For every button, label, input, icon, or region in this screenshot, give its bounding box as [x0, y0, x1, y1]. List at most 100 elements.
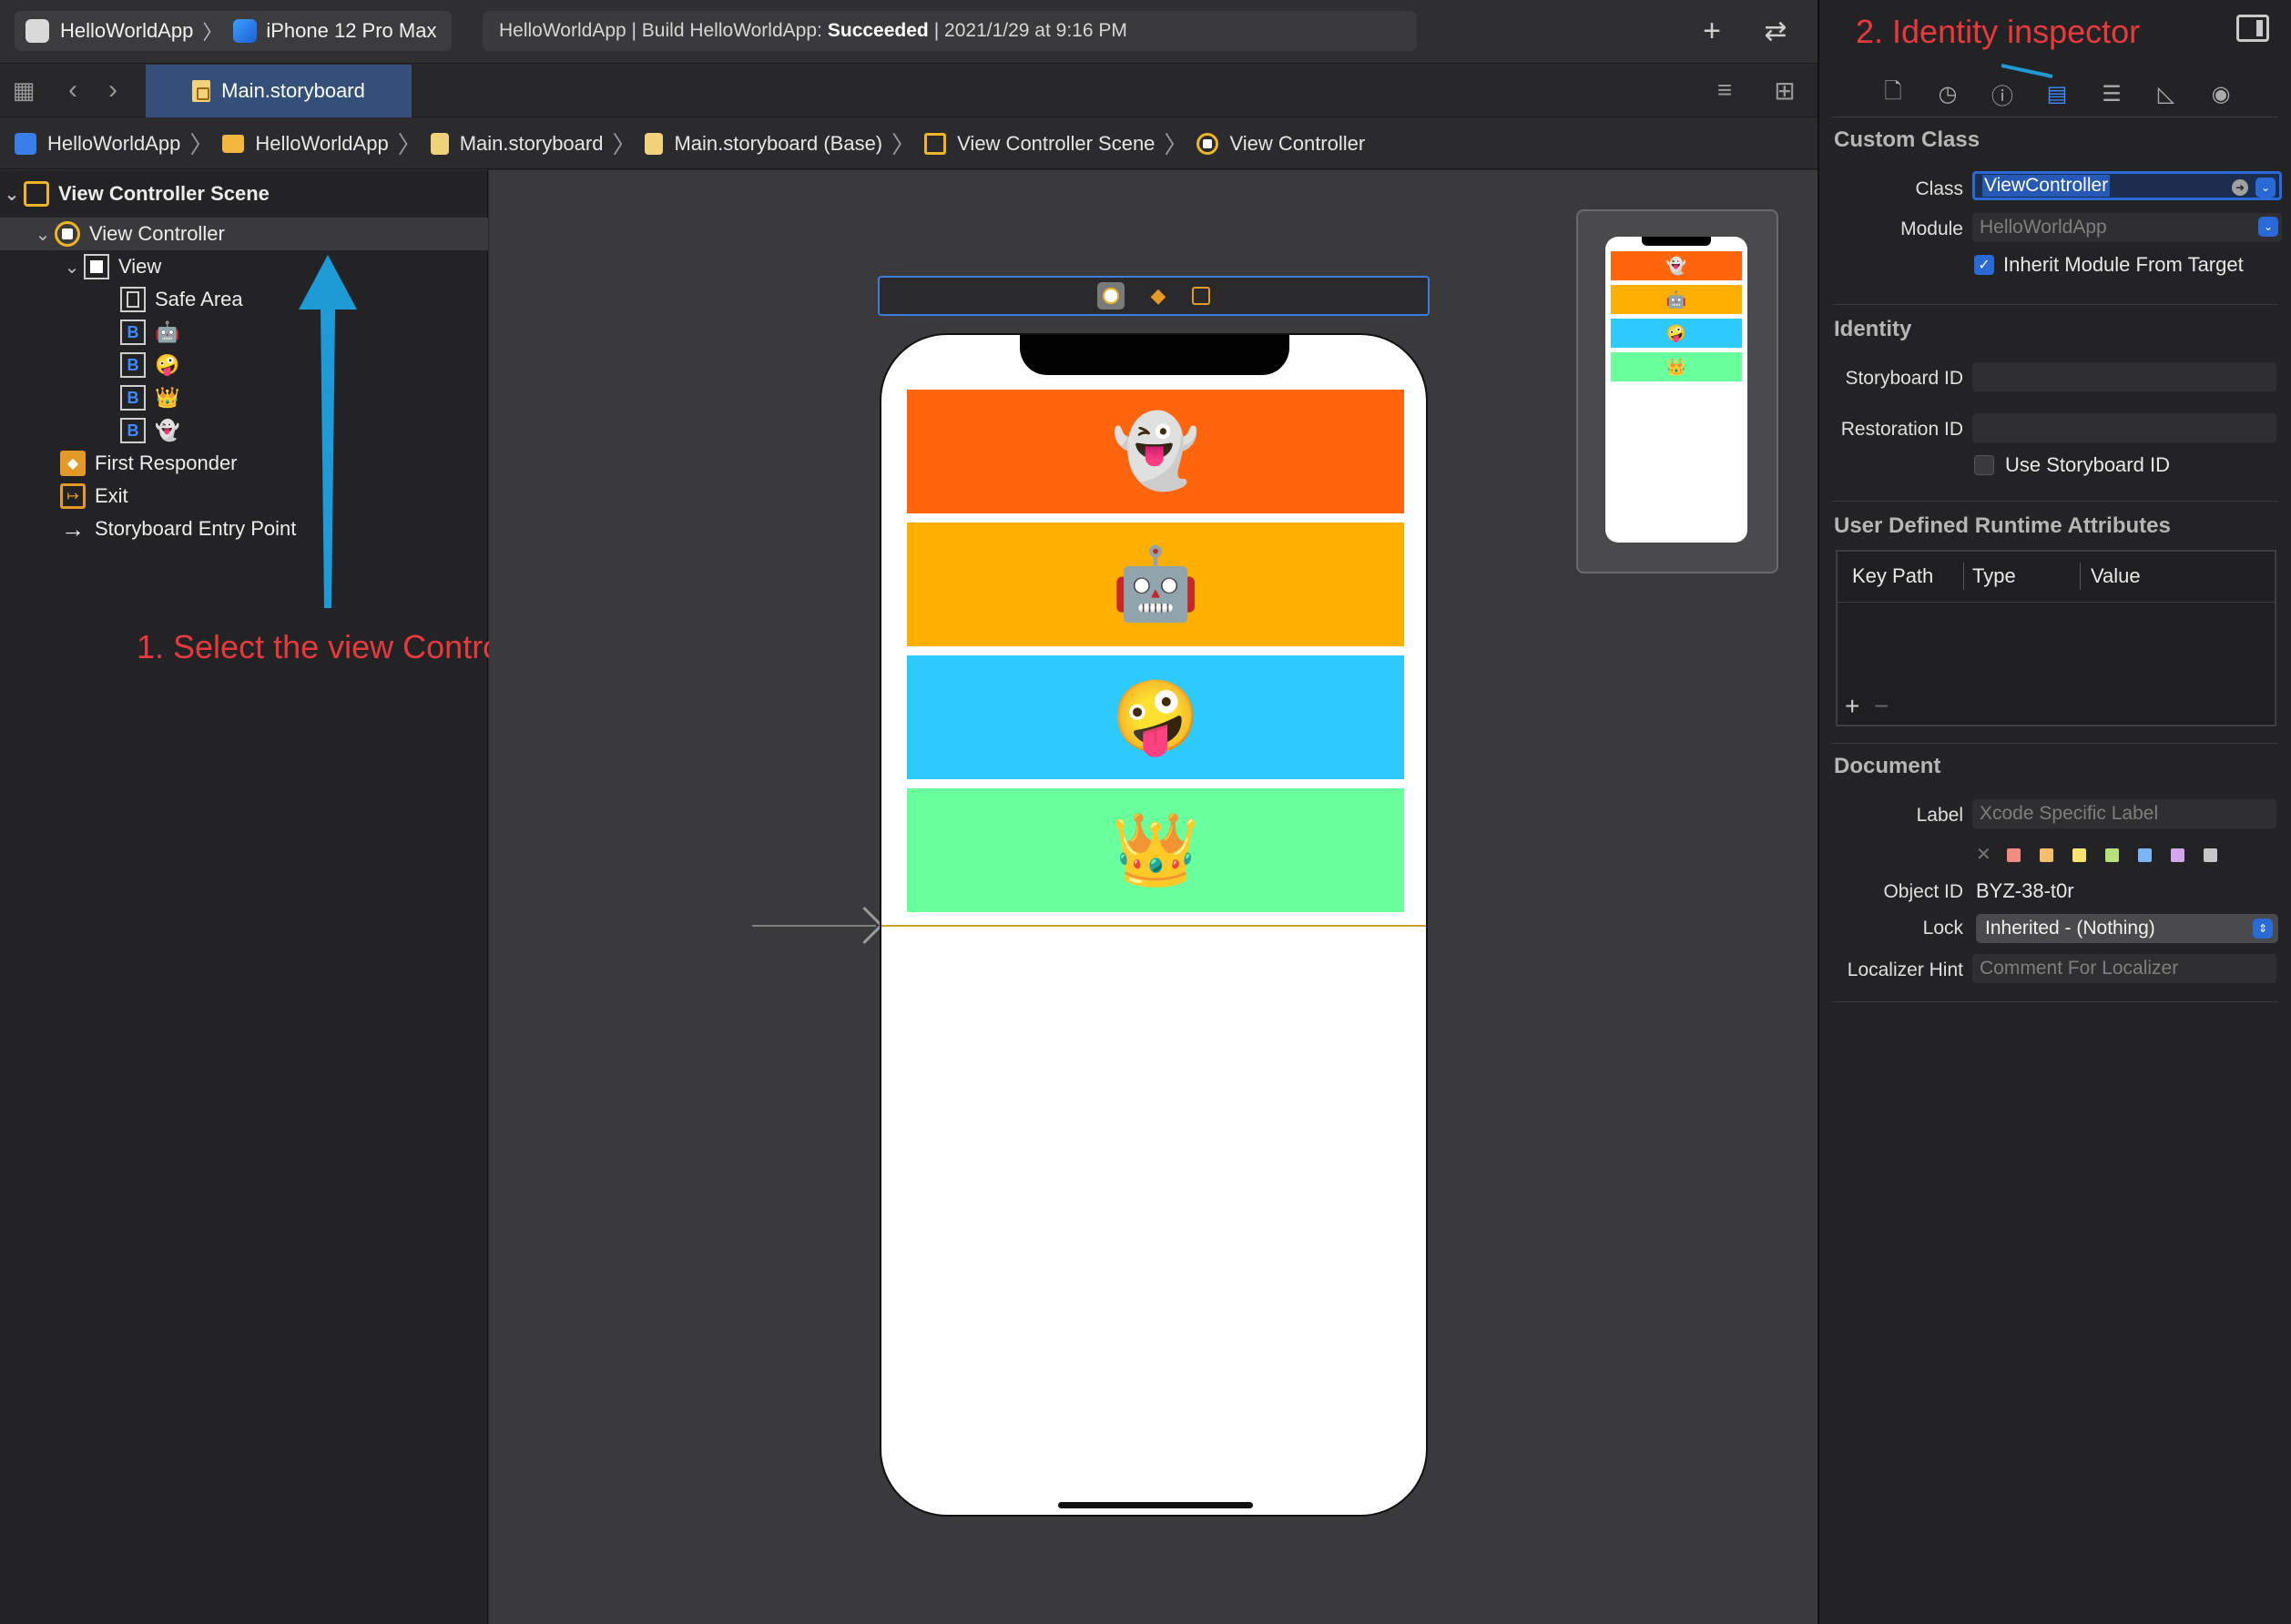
runtime-attributes-table[interactable]: Key Path Type Value + − — [1836, 550, 2276, 726]
outline-entry-point[interactable]: → Storyboard Entry Point — [60, 513, 296, 545]
outline-label: Safe Area — [155, 288, 243, 310]
outline-button-zany[interactable]: B 🤪 — [120, 349, 179, 381]
zany-face-button[interactable]: 🤪 — [907, 655, 1404, 779]
color-swatch-yellow[interactable] — [2072, 848, 2086, 862]
localizer-hint-field[interactable]: Comment For Localizer — [1972, 954, 2276, 983]
breadcrumb-storyboard-base[interactable]: Main.storyboard (Base) — [645, 132, 882, 156]
forward-icon[interactable]: › — [97, 74, 129, 107]
scene-icon — [924, 132, 947, 155]
use-storyboard-id-checkbox[interactable] — [1974, 455, 1994, 475]
outline-button-ghost[interactable]: B 👻 — [120, 414, 179, 447]
divider — [1832, 501, 2278, 502]
outline-button-crown[interactable]: B 👑 — [120, 381, 179, 414]
scheme-selector[interactable]: HelloWorldApp 〉 iPhone 12 Pro Max — [15, 11, 452, 51]
breadcrumb-view-controller[interactable]: View Controller — [1196, 132, 1365, 156]
swap-icon: ⇄ — [1764, 15, 1787, 46]
col-key-path[interactable]: Key Path — [1852, 564, 1933, 588]
minimap-emoji: 👑 — [1665, 357, 1687, 377]
entry-point-arrow[interactable] — [752, 925, 876, 927]
outline-exit[interactable]: ↦ Exit — [60, 480, 128, 513]
ghost-button[interactable]: 👻 — [907, 390, 1404, 513]
history-inspector-icon[interactable]: ◷ — [1932, 78, 1963, 109]
col-value[interactable]: Value — [2091, 564, 2141, 588]
zany-emoji: 🤪 — [1111, 675, 1200, 758]
tab-main-storyboard[interactable]: Main.storyboard — [146, 65, 412, 117]
robot-button[interactable]: 🤖 — [907, 523, 1404, 646]
outline-first-responder[interactable]: ◆ First Responder — [60, 447, 238, 480]
lock-value: Inherited - (Nothing) — [1985, 918, 2155, 939]
module-placeholder: HelloWorldApp — [1980, 217, 2107, 238]
table-header: Key Path Type Value — [1838, 552, 2275, 603]
color-swatch-red[interactable] — [2007, 848, 2021, 862]
identity-inspector-icon[interactable]: ▤ — [2042, 78, 2072, 109]
code-review-button[interactable]: ⇄ — [1757, 13, 1794, 49]
help-inspector-icon[interactable]: ⓘ — [1987, 78, 2018, 109]
remove-attribute-button[interactable]: − — [1874, 692, 1889, 721]
minimap[interactable]: 👻 🤖 🤪 👑 — [1576, 209, 1778, 573]
class-field[interactable]: ViewController ➜ ⌄ — [1972, 171, 2282, 200]
first-responder-icon[interactable]: ◆ — [1145, 282, 1172, 310]
back-icon[interactable]: ‹ — [56, 74, 89, 107]
view-controller-icon — [1196, 132, 1219, 155]
color-swatch-gray[interactable] — [2204, 848, 2217, 862]
breadcrumb-folder[interactable]: HelloWorldApp — [222, 132, 389, 156]
size-inspector-icon[interactable]: ◺ — [2151, 78, 2182, 109]
outline-scene[interactable]: ⌄ View Controller Scene — [0, 178, 270, 210]
outline-button-robot[interactable]: B 🤖 — [120, 316, 179, 349]
inherit-module-label: Inherit Module From Target — [2003, 253, 2244, 276]
inspector-panel-glyph — [2256, 20, 2263, 36]
minimap-tile: 👑 — [1611, 352, 1742, 381]
storyboard-file-icon — [192, 80, 211, 102]
outline-view[interactable]: ⌄ View — [60, 250, 161, 283]
outline-label: View Controller Scene — [58, 182, 270, 205]
minimap-tile: 🤪 — [1611, 319, 1742, 348]
editor-options-icon[interactable]: ≡ — [1708, 74, 1741, 107]
crown-button[interactable]: 👑 — [907, 788, 1404, 912]
grid-icon[interactable]: ▦ — [7, 74, 40, 107]
restoration-id-field[interactable] — [1972, 413, 2276, 442]
color-swatch-purple[interactable] — [2171, 848, 2184, 862]
arrow-circle-icon[interactable]: ➜ — [2232, 179, 2248, 196]
exit-icon[interactable] — [1192, 287, 1210, 305]
button-icon: B — [120, 320, 146, 345]
label-field[interactable]: Xcode Specific Label — [1972, 799, 2276, 828]
view-controller-icon[interactable] — [1097, 282, 1125, 310]
chevron-down-icon[interactable]: ⌄ — [2255, 178, 2276, 198]
safe-area-icon — [120, 287, 146, 312]
chevron-down-icon[interactable]: ⌄ — [0, 183, 24, 206]
chevron-down-icon[interactable]: ⌄ — [60, 256, 84, 279]
chevron-down-icon[interactable]: ⌄ — [31, 223, 55, 246]
clear-color-icon[interactable]: ✕ — [1976, 843, 1991, 866]
add-attribute-button[interactable]: + — [1845, 692, 1859, 721]
outline-safe-area[interactable]: Safe Area — [120, 283, 243, 316]
connections-inspector-icon[interactable]: ◉ — [2205, 78, 2236, 109]
outline-label: Storyboard Entry Point — [95, 517, 297, 540]
button-icon: B — [120, 418, 146, 443]
outline-view-controller[interactable]: ⌄ View Controller — [0, 218, 488, 250]
ghost-emoji: 👻 — [1111, 410, 1200, 492]
iphone-scene[interactable]: 👻 🤖 🤪 👑 — [880, 333, 1428, 1517]
color-swatch-orange[interactable] — [2040, 848, 2053, 862]
storyboard-id-field[interactable] — [1972, 362, 2276, 391]
status-prefix: HelloWorldApp | Build HelloWorldApp: — [499, 20, 822, 41]
lock-popup[interactable]: Inherited - (Nothing) ⇕ — [1976, 914, 2278, 943]
class-label: Class — [1915, 178, 1963, 199]
attributes-inspector-icon[interactable]: ☰ — [2096, 78, 2127, 109]
file-inspector-icon[interactable]: 🗋 — [1878, 78, 1909, 109]
inherit-module-checkbox[interactable]: ✓ — [1974, 255, 1994, 275]
use-storyboard-id-label: Use Storyboard ID — [2005, 453, 2170, 476]
module-field[interactable]: HelloWorldApp ⌄ — [1972, 213, 2282, 242]
breadcrumb-scene[interactable]: View Controller Scene — [924, 132, 1155, 156]
color-swatch-green[interactable] — [2105, 848, 2119, 862]
add-editor-icon[interactable]: ⊞ — [1768, 74, 1801, 107]
chevron-down-icon[interactable]: ⌄ — [2258, 217, 2278, 237]
color-swatch-blue[interactable] — [2138, 848, 2152, 862]
minimap-phone: 👻 🤖 🤪 👑 — [1605, 237, 1747, 543]
breadcrumb-project[interactable]: HelloWorldApp — [15, 132, 180, 156]
library-add-button[interactable]: + — [1694, 13, 1730, 49]
breadcrumb-label: Main.storyboard — [459, 131, 604, 155]
col-type[interactable]: Type — [1972, 564, 2016, 588]
breadcrumb-storyboard[interactable]: Main.storyboard — [430, 131, 604, 156]
udra-title: User Defined Runtime Attributes — [1834, 513, 2171, 538]
toggle-inspector-icon[interactable] — [2236, 15, 2269, 42]
